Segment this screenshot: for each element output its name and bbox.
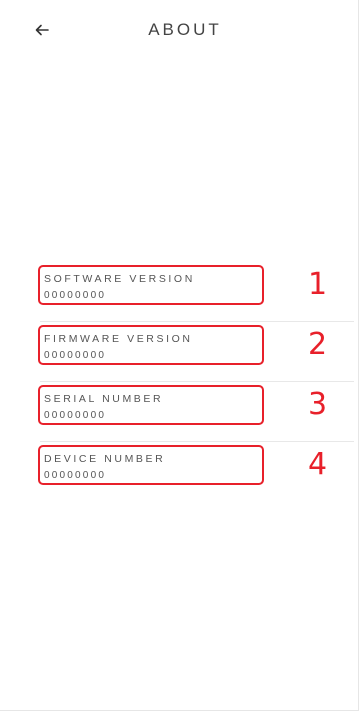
row-number-annotation: 2 (308, 327, 328, 362)
info-value: 00000000 (44, 470, 107, 481)
info-label: FIRMWARE VERSION (44, 333, 193, 345)
info-row-serial-number: SERIAL NUMBER 00000000 3 (0, 382, 358, 442)
info-label: SOFTWARE VERSION (44, 273, 195, 285)
info-box: SERIAL NUMBER 00000000 (38, 385, 264, 425)
row-number-annotation: 4 (308, 447, 328, 482)
info-row-firmware-version: FIRMWARE VERSION 00000000 2 (0, 322, 358, 382)
row-number-annotation: 3 (308, 387, 328, 422)
header: ABOUT (0, 0, 358, 60)
row-number-annotation: 1 (308, 267, 328, 302)
info-label: SERIAL NUMBER (44, 393, 164, 405)
info-list: SOFTWARE VERSION 00000000 1 FIRMWARE VER… (0, 262, 358, 502)
info-value: 00000000 (44, 290, 107, 301)
info-row-software-version: SOFTWARE VERSION 00000000 1 (0, 262, 358, 322)
info-box: SOFTWARE VERSION 00000000 (38, 265, 264, 305)
info-value: 00000000 (44, 350, 107, 361)
page-title: ABOUT (148, 20, 222, 39)
info-label: DEVICE NUMBER (44, 453, 166, 465)
info-row-device-number: DEVICE NUMBER 00000000 4 (0, 442, 358, 502)
info-box: FIRMWARE VERSION 00000000 (38, 325, 264, 365)
about-screen: ABOUT SOFTWARE VERSION 00000000 1 FIRMWA… (0, 0, 359, 711)
info-box: DEVICE NUMBER 00000000 (38, 445, 264, 485)
info-value: 00000000 (44, 410, 107, 421)
